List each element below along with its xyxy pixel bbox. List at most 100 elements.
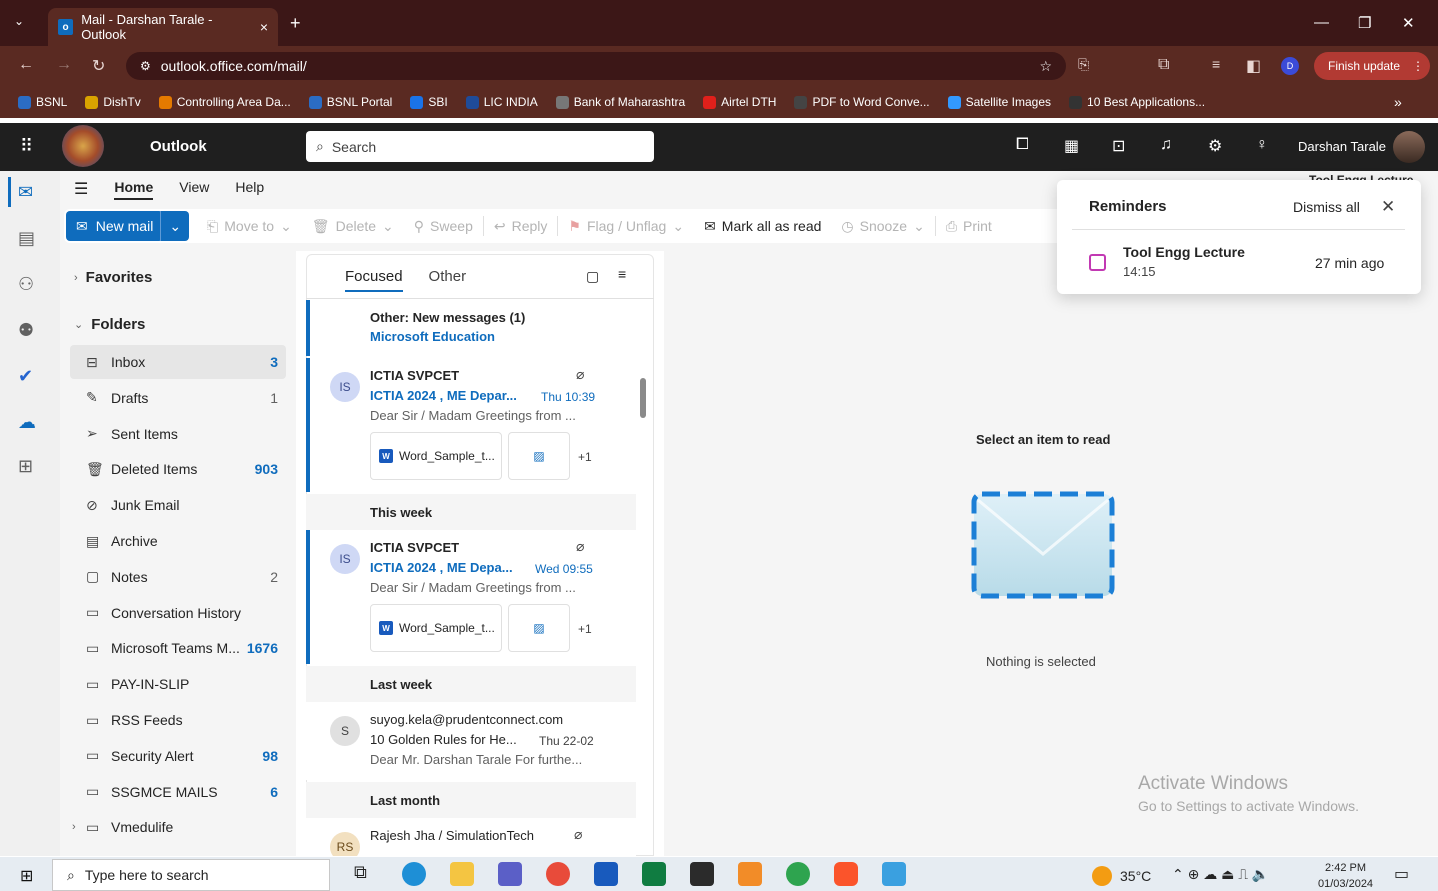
folder-item[interactable]: ✎ Drafts 1 bbox=[70, 381, 286, 415]
bookmark-item[interactable]: Bank of Maharashtra bbox=[555, 95, 685, 109]
forward-icon[interactable]: → bbox=[56, 56, 72, 74]
bookmarks-overflow-icon[interactable]: » bbox=[1394, 94, 1402, 110]
folder-item[interactable]: › ▭ Vmedulife bbox=[70, 810, 286, 844]
user-avatar[interactable] bbox=[1393, 131, 1425, 163]
app-launcher-icon[interactable]: ⠿ bbox=[20, 136, 33, 157]
windows-start-icon[interactable]: ⊞ bbox=[20, 866, 33, 886]
onenote-icon[interactable]: ▦ bbox=[1064, 136, 1079, 156]
move-to-button[interactable]: ⎗ Move to ⌄ bbox=[197, 218, 302, 235]
list-item[interactable]: IS ICTIA SVPCET ⌀ ICTIA 2024 , ME Depar.… bbox=[306, 358, 636, 492]
tab-focused[interactable]: Focused bbox=[345, 268, 403, 292]
chevron-right-icon[interactable]: › bbox=[72, 821, 76, 833]
reply-button[interactable]: ↩ Reply bbox=[484, 218, 558, 235]
list-item[interactable]: IS ICTIA SVPCET ⌀ ICTIA 2024 , ME Depa..… bbox=[306, 530, 636, 664]
select-mode-icon[interactable]: ▢ bbox=[586, 268, 599, 285]
excel-icon[interactable] bbox=[642, 862, 666, 886]
attachment-chip[interactable]: W Word_Sample_t... bbox=[370, 432, 502, 480]
snooze-button[interactable]: ◷ Snooze ⌄ bbox=[831, 218, 934, 235]
folder-item[interactable]: ⊘ Junk Email bbox=[70, 488, 286, 522]
reload-icon[interactable]: ↻ bbox=[92, 56, 105, 76]
more-apps-icon[interactable]: ⊞ bbox=[18, 456, 33, 477]
image-attachment-chip[interactable]: ▨ bbox=[508, 432, 570, 480]
taskbar-search-input[interactable]: ⌕ Type here to search bbox=[52, 859, 330, 891]
tab-other[interactable]: Other bbox=[429, 268, 467, 292]
folder-item[interactable]: ▭ Security Alert 98 bbox=[70, 739, 286, 773]
other-notice[interactable]: Other: New messages (1) Microsoft Educat… bbox=[306, 300, 636, 356]
todo-app-icon[interactable]: ✔ bbox=[18, 366, 33, 387]
browser-tab[interactable]: o Mail - Darshan Tarale - Outlook × bbox=[48, 8, 278, 46]
onedrive-icon[interactable]: ☁ bbox=[18, 412, 36, 433]
terminal-icon[interactable] bbox=[690, 862, 714, 886]
tab-search-icon[interactable]: ⌄ bbox=[14, 14, 24, 28]
folder-item[interactable]: ▭ PAY-IN-SLIP bbox=[70, 667, 286, 701]
tips-lightbulb-icon[interactable]: ♀ bbox=[1256, 136, 1268, 154]
print-button[interactable]: ⎙ Print bbox=[936, 218, 1002, 235]
folder-item[interactable]: ▢ Notes 2 bbox=[70, 560, 286, 594]
tab-help[interactable]: Help bbox=[235, 179, 264, 200]
folder-item[interactable]: ▭ Microsoft Teams M... 1676 bbox=[70, 631, 286, 665]
teams-icon[interactable] bbox=[498, 862, 522, 886]
chrome-icon[interactable] bbox=[546, 862, 570, 886]
profile-avatar[interactable]: D bbox=[1281, 57, 1299, 75]
mark-all-read-button[interactable]: ✉ Mark all as read bbox=[694, 218, 831, 235]
tab-close-icon[interactable]: × bbox=[260, 19, 268, 35]
delete-button[interactable]: 🗑 Delete ⌄ bbox=[302, 218, 404, 235]
install-app-icon[interactable]: ⎘ bbox=[1078, 56, 1089, 73]
search-input[interactable]: ⌕ Search bbox=[306, 131, 654, 162]
minimize-button[interactable]: — bbox=[1314, 14, 1329, 31]
bookmark-item[interactable]: PDF to Word Conve... bbox=[794, 95, 930, 109]
extensions-icon[interactable]: ⧉ bbox=[1158, 56, 1169, 74]
sweep-button[interactable]: ⚲ Sweep bbox=[404, 218, 483, 235]
reminder-event-name[interactable]: Tool Engg Lecture bbox=[1123, 244, 1245, 260]
bookmark-item[interactable]: 10 Best Applications... bbox=[1069, 95, 1205, 109]
close-window-button[interactable]: ✕ bbox=[1402, 14, 1415, 32]
flag-button[interactable]: ⚑ Flag / Unflag ⌄ bbox=[558, 218, 694, 235]
bookmark-item[interactable]: SBI bbox=[410, 95, 448, 109]
hamburger-icon[interactable]: ☰ bbox=[74, 179, 88, 200]
system-tray-icons[interactable]: ⌃ ⊕ ☁ ⏏ ⎍ 🔈 bbox=[1172, 866, 1269, 883]
notifications-icon[interactable]: ▭ bbox=[1394, 864, 1409, 884]
app-icon[interactable] bbox=[786, 862, 810, 886]
bookmark-item[interactable]: Controlling Area Da... bbox=[158, 95, 291, 109]
bookmark-item[interactable]: BSNL Portal bbox=[308, 95, 392, 109]
user-name[interactable]: Darshan Tarale bbox=[1298, 139, 1386, 154]
folder-item[interactable]: ▭ RSS Feeds bbox=[70, 703, 286, 737]
bookmark-item[interactable]: Airtel DTH bbox=[703, 95, 776, 109]
attachment-chip[interactable]: W Word_Sample_t... bbox=[370, 604, 502, 652]
new-mail-dropdown[interactable]: ⌄ bbox=[160, 211, 190, 241]
bookmark-item[interactable]: BSNL bbox=[18, 95, 67, 109]
task-view-icon[interactable]: ⧉ bbox=[354, 862, 378, 886]
close-icon[interactable]: ✕ bbox=[1381, 197, 1395, 217]
list-scrollbar[interactable] bbox=[640, 378, 646, 418]
restore-button[interactable]: ❐ bbox=[1358, 14, 1371, 32]
folders-header[interactable]: ⌄ Folders bbox=[74, 316, 145, 333]
url-bar[interactable]: ⚙ outlook.office.com/mail/ ☆ bbox=[126, 52, 1066, 80]
sublime-icon[interactable] bbox=[738, 862, 762, 886]
file-explorer-icon[interactable] bbox=[450, 862, 474, 886]
people-icon[interactable]: ⚇ bbox=[18, 274, 34, 295]
bell-icon[interactable]: ♫ bbox=[1160, 136, 1172, 154]
word-icon[interactable] bbox=[594, 862, 618, 886]
finish-update-button[interactable]: Finish update ⋮ bbox=[1314, 52, 1430, 80]
more-attachments[interactable]: +1 bbox=[578, 450, 592, 464]
image-attachment-chip[interactable]: ▨ bbox=[508, 604, 570, 652]
side-panel-icon[interactable]: ◧ bbox=[1246, 56, 1261, 76]
folder-item[interactable]: ➢ Sent Items bbox=[70, 417, 286, 451]
app-name[interactable]: Outlook bbox=[150, 138, 207, 155]
bookmark-item[interactable]: Satellite Images bbox=[947, 95, 1051, 109]
folder-item[interactable]: ⊟ Inbox 3 bbox=[70, 345, 286, 379]
gear-icon[interactable]: ⚙ bbox=[1208, 136, 1222, 156]
folder-item[interactable]: 🗑 Deleted Items 903 bbox=[70, 452, 286, 486]
more-attachments[interactable]: +1 bbox=[578, 622, 592, 636]
new-tab-button[interactable]: + bbox=[290, 13, 301, 34]
folder-item[interactable]: ▭ Conversation History bbox=[70, 596, 286, 630]
weather-widget[interactable]: 35°C bbox=[1092, 866, 1151, 886]
taskbar-clock[interactable]: 2:42 PM 01/03/2024 bbox=[1318, 860, 1373, 891]
meet-now-icon[interactable]: ⧠ bbox=[1016, 136, 1029, 154]
app-icon[interactable] bbox=[882, 862, 906, 886]
tab-home[interactable]: Home bbox=[114, 179, 154, 200]
brave-icon[interactable] bbox=[834, 862, 858, 886]
new-mail-button[interactable]: ✉ New mail bbox=[66, 211, 164, 241]
site-settings-icon[interactable]: ⚙ bbox=[140, 59, 151, 73]
filter-icon[interactable]: ≡ bbox=[618, 266, 626, 282]
